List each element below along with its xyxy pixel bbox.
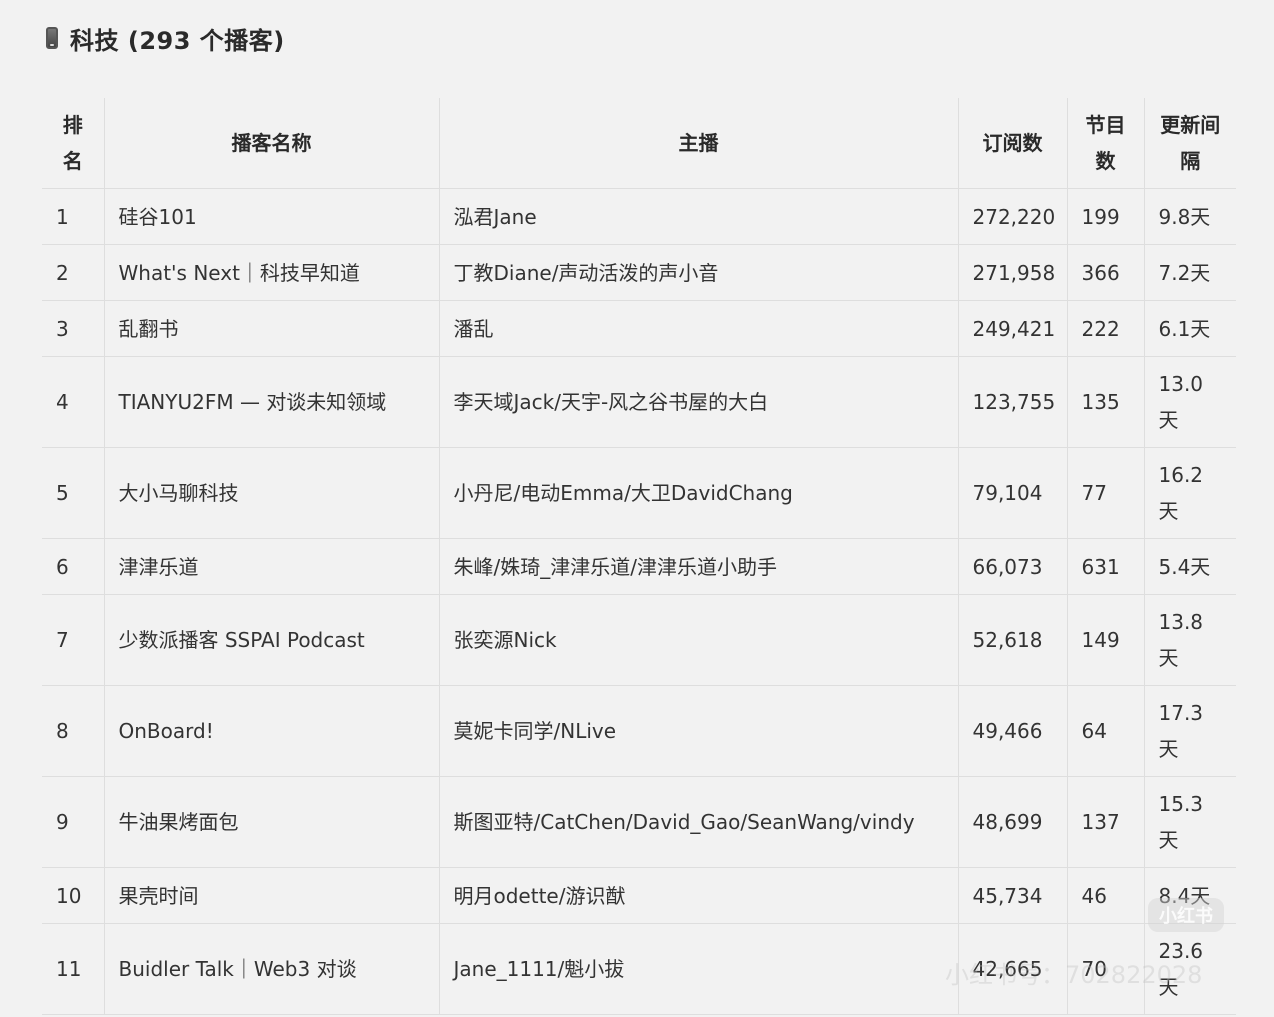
cell-host: Jane_1111/魁小拔 <box>438 923 958 1015</box>
cell-rank: 10 <box>42 867 104 924</box>
cell-subscribers: 249,421 <box>957 300 1067 357</box>
cell-host: 小丹尼/电动Emma/大卫DavidChang <box>438 447 958 539</box>
cell-episodes: 135 <box>1066 356 1144 448</box>
podcast-ranking-table: 排名 播客名称 主播 订阅数 节目数 更新间隔 1 硅谷101 泓君Jane 2… <box>42 98 1236 1015</box>
cell-episodes: 46 <box>1066 867 1144 924</box>
cell-rank: 3 <box>42 300 104 357</box>
header-subscribers: 订阅数 <box>957 98 1067 189</box>
table-row: 4 TIANYU2FM — 对谈未知领域 李天域Jack/天宇-风之谷书屋的大白… <box>42 356 1236 448</box>
cell-rank: 1 <box>42 188 104 245</box>
cell-interval: 17.3天 <box>1143 685 1236 777</box>
cell-name: 津津乐道 <box>103 538 439 595</box>
cell-host: 明月odette/游识猷 <box>438 867 958 924</box>
table-row: 6 津津乐道 朱峰/姝琦_津津乐道/津津乐道小助手 66,073 631 5.4… <box>42 538 1236 595</box>
cell-subscribers: 123,755 <box>957 356 1067 448</box>
table-row: 10 果壳时间 明月odette/游识猷 45,734 46 8.4天 <box>42 867 1236 924</box>
cell-name: OnBoard! <box>103 685 439 777</box>
cell-rank: 7 <box>42 594 104 686</box>
cell-episodes: 199 <box>1066 188 1144 245</box>
cell-interval: 9.8天 <box>1143 188 1236 245</box>
cell-rank: 5 <box>42 447 104 539</box>
cell-rank: 4 <box>42 356 104 448</box>
cell-subscribers: 48,699 <box>957 776 1067 868</box>
cell-host: 丁教Diane/声动活泼的声小音 <box>438 244 958 301</box>
cell-interval: 16.2天 <box>1143 447 1236 539</box>
cell-subscribers: 45,734 <box>957 867 1067 924</box>
cell-name: What's Next｜科技早知道 <box>103 244 439 301</box>
cell-host: 潘乱 <box>438 300 958 357</box>
cell-subscribers: 271,958 <box>957 244 1067 301</box>
cell-subscribers: 42,665 <box>957 923 1067 1015</box>
cell-name: Buidler Talk｜Web3 对谈 <box>103 923 439 1015</box>
cell-subscribers: 272,220 <box>957 188 1067 245</box>
page-heading: 科技 (293 个播客) <box>46 18 285 58</box>
cell-name: 大小马聊科技 <box>103 447 439 539</box>
cell-name: TIANYU2FM — 对谈未知领域 <box>103 356 439 448</box>
cell-interval: 6.1天 <box>1143 300 1236 357</box>
cell-subscribers: 49,466 <box>957 685 1067 777</box>
cell-episodes: 137 <box>1066 776 1144 868</box>
cell-interval: 8.4天 <box>1143 867 1236 924</box>
table-header-row: 排名 播客名称 主播 订阅数 节目数 更新间隔 <box>42 98 1236 189</box>
table-row: 1 硅谷101 泓君Jane 272,220 199 9.8天 <box>42 188 1236 245</box>
cell-episodes: 70 <box>1066 923 1144 1015</box>
cell-interval: 15.3天 <box>1143 776 1236 868</box>
cell-interval: 7.2天 <box>1143 244 1236 301</box>
cell-name: 硅谷101 <box>103 188 439 245</box>
cell-name: 果壳时间 <box>103 867 439 924</box>
cell-host: 朱峰/姝琦_津津乐道/津津乐道小助手 <box>438 538 958 595</box>
cell-host: 李天域Jack/天宇-风之谷书屋的大白 <box>438 356 958 448</box>
cell-episodes: 64 <box>1066 685 1144 777</box>
table-row: 11 Buidler Talk｜Web3 对谈 Jane_1111/魁小拔 42… <box>42 923 1236 1015</box>
cell-host: 泓君Jane <box>438 188 958 245</box>
cell-episodes: 77 <box>1066 447 1144 539</box>
cell-rank: 11 <box>42 923 104 1015</box>
mobile-phone-icon <box>46 27 58 49</box>
cell-episodes: 222 <box>1066 300 1144 357</box>
cell-episodes: 366 <box>1066 244 1144 301</box>
header-host: 主播 <box>438 98 958 189</box>
cell-interval: 23.6天 <box>1143 923 1236 1015</box>
cell-name: 乱翻书 <box>103 300 439 357</box>
table-row: 9 牛油果烤面包 斯图亚特/CatChen/David_Gao/SeanWang… <box>42 776 1236 868</box>
header-interval: 更新间隔 <box>1143 98 1236 189</box>
cell-interval: 5.4天 <box>1143 538 1236 595</box>
cell-rank: 2 <box>42 244 104 301</box>
cell-subscribers: 52,618 <box>957 594 1067 686</box>
cell-rank: 6 <box>42 538 104 595</box>
cell-rank: 8 <box>42 685 104 777</box>
table-row: 8 OnBoard! 莫妮卡同学/NLive 49,466 64 17.3天 <box>42 685 1236 777</box>
header-rank: 排名 <box>42 98 104 189</box>
header-episodes: 节目数 <box>1066 98 1144 189</box>
table-row: 3 乱翻书 潘乱 249,421 222 6.1天 <box>42 300 1236 357</box>
cell-name: 牛油果烤面包 <box>103 776 439 868</box>
cell-episodes: 631 <box>1066 538 1144 595</box>
cell-host: 斯图亚特/CatChen/David_Gao/SeanWang/vindy <box>438 776 958 868</box>
cell-rank: 9 <box>42 776 104 868</box>
cell-episodes: 149 <box>1066 594 1144 686</box>
cell-subscribers: 66,073 <box>957 538 1067 595</box>
table-row: 2 What's Next｜科技早知道 丁教Diane/声动活泼的声小音 271… <box>42 244 1236 301</box>
cell-host: 张奕源Nick <box>438 594 958 686</box>
header-name: 播客名称 <box>103 98 439 189</box>
cell-interval: 13.8天 <box>1143 594 1236 686</box>
table-row: 7 少数派播客 SSPAI Podcast 张奕源Nick 52,618 149… <box>42 594 1236 686</box>
page-title: 科技 (293 个播客) <box>70 26 285 55</box>
cell-name: 少数派播客 SSPAI Podcast <box>103 594 439 686</box>
table-row: 5 大小马聊科技 小丹尼/电动Emma/大卫DavidChang 79,104 … <box>42 447 1236 539</box>
cell-subscribers: 79,104 <box>957 447 1067 539</box>
cell-interval: 13.0天 <box>1143 356 1236 448</box>
cell-host: 莫妮卡同学/NLive <box>438 685 958 777</box>
